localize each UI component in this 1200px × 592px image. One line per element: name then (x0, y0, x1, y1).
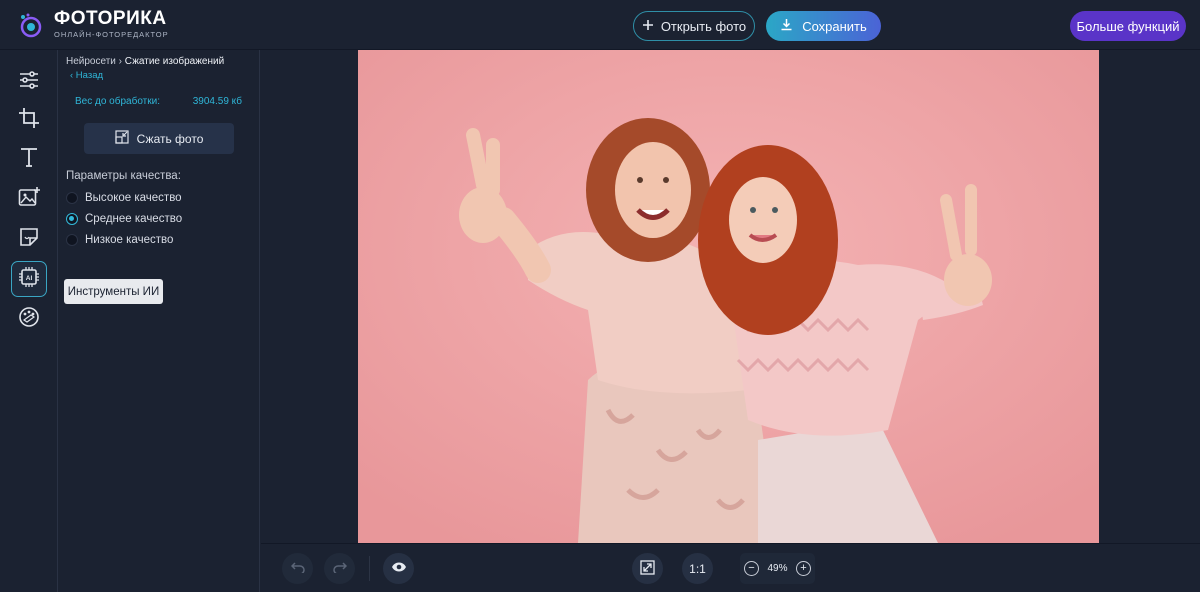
tool-panel: Нейросети › Сжатие изображений ‹ Назад В… (59, 50, 260, 592)
breadcrumb: Нейросети › Сжатие изображений (66, 56, 224, 67)
canvas-area (261, 50, 1200, 543)
fit-to-screen-button[interactable] (632, 553, 663, 584)
download-icon (780, 18, 793, 34)
svg-text:AI: AI (26, 275, 33, 282)
sticker-icon (18, 226, 40, 253)
editor-app: ФОТОРИКА ОНЛАЙН-ФОТОРЕДАКТОР Открыть фот… (0, 0, 1200, 592)
zoom-control: − 49% + (740, 553, 815, 584)
redo-icon (332, 561, 347, 576)
text-icon (18, 146, 40, 173)
actual-size-button[interactable]: 1:1 (682, 553, 713, 584)
radio-button[interactable] (66, 234, 78, 246)
back-link[interactable]: ‹ Назад (70, 70, 103, 81)
rail-item-effects[interactable] (11, 301, 47, 337)
compress-icon (115, 130, 129, 147)
radio-button-checked[interactable] (66, 213, 78, 225)
redo-button[interactable] (324, 553, 355, 584)
open-photo-label: Открыть фото (660, 18, 747, 34)
fit-screen-icon (640, 559, 655, 578)
crop-icon (18, 107, 40, 134)
quality-option-label: Высокое качество (85, 192, 182, 204)
logo-subtitle: ОНЛАЙН-ФОТОРЕДАКТОР (54, 30, 169, 39)
zoom-value: 49% (767, 563, 788, 574)
eye-icon (391, 561, 407, 576)
zoom-out-button[interactable]: − (744, 561, 759, 576)
photo-illustration (358, 50, 1099, 543)
save-button[interactable]: Сохранить (766, 11, 881, 41)
logo-icon (18, 12, 44, 38)
save-label: Сохранить (802, 18, 867, 34)
undo-icon (290, 561, 305, 576)
rail-item-adjustments[interactable] (11, 64, 47, 100)
zoom-in-button[interactable]: + (795, 561, 811, 576)
bottom-toolbar: 1:1 − 49% + (261, 543, 1200, 592)
photo-image[interactable] (358, 50, 1099, 543)
breadcrumb-separator: › (118, 56, 123, 67)
quality-option-high[interactable]: Высокое качество (66, 192, 182, 204)
open-photo-button[interactable]: Открыть фото (633, 11, 755, 41)
breadcrumb-parent[interactable]: Нейросети (66, 56, 116, 67)
ai-tools-tooltip: Инструменты ИИ (64, 279, 163, 304)
tool-rail: AI (0, 50, 58, 592)
weight-before-value: 3904.59 кб (192, 96, 242, 107)
quality-option-low[interactable]: Низкое качество (66, 234, 173, 246)
rail-item-text[interactable] (11, 141, 47, 177)
palette-icon (18, 306, 40, 333)
rail-item-ai-tools[interactable]: AI (11, 261, 47, 297)
compress-label: Сжать фото (136, 131, 204, 146)
more-features-button[interactable]: Больше функций (1070, 11, 1186, 41)
rail-item-stickers[interactable] (11, 221, 47, 257)
compress-photo-button[interactable]: Сжать фото (84, 123, 234, 154)
quality-option-medium[interactable]: Среднее качество (66, 213, 182, 225)
quality-option-label: Низкое качество (85, 234, 174, 246)
rail-item-crop[interactable] (11, 102, 47, 138)
preview-button[interactable] (383, 553, 414, 584)
logo[interactable]: ФОТОРИКА ОНЛАЙН-ФОТОРЕДАКТОР (18, 8, 169, 40)
rail-item-add-image[interactable] (11, 181, 47, 217)
radio-button[interactable] (66, 192, 78, 204)
quality-title: Параметры качества: (66, 170, 181, 182)
undo-button[interactable] (282, 553, 313, 584)
plus-icon (642, 19, 654, 34)
sliders-icon (18, 69, 40, 96)
weight-before-label: Вес до обработки: (75, 96, 160, 107)
image-add-icon (18, 186, 40, 213)
breadcrumb-current: Сжатие изображений (124, 56, 225, 67)
ai-chip-icon: AI (18, 266, 40, 293)
quality-option-label: Среднее качество (85, 213, 183, 225)
logo-title: ФОТОРИКА (54, 8, 167, 29)
top-bar: ФОТОРИКА ОНЛАЙН-ФОТОРЕДАКТОР Открыть фот… (0, 0, 1200, 50)
toolbar-divider (369, 556, 370, 581)
